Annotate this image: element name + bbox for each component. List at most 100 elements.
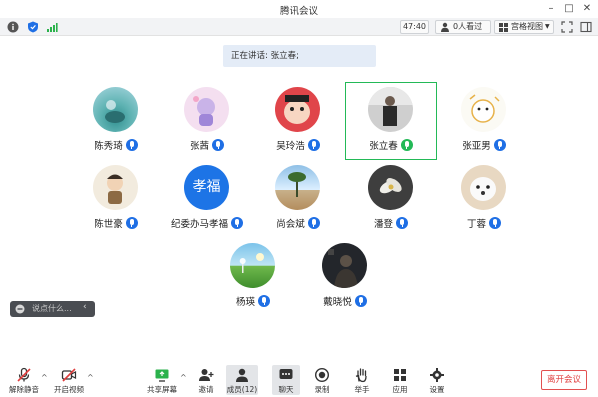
gear-icon xyxy=(430,368,444,382)
apps-button[interactable]: 应用 xyxy=(386,365,414,395)
mic-icon xyxy=(400,139,413,151)
apps-label: 应用 xyxy=(392,385,408,394)
avatar xyxy=(275,165,320,210)
mic-muted-icon xyxy=(17,367,31,382)
participant-name: 潘登 xyxy=(373,219,393,230)
participant-tile[interactable]: 孝福 纪委办马孝福 xyxy=(161,160,253,240)
participant-name: 丁蓉 xyxy=(466,219,486,230)
mic-icon xyxy=(489,217,501,229)
avatar xyxy=(322,243,367,288)
mic-icon xyxy=(396,217,408,229)
chat-icon xyxy=(279,369,293,379)
shield-icon[interactable] xyxy=(27,21,39,33)
raise-hand-label: 举手 xyxy=(354,385,370,394)
participant-tile[interactable]: 张亚男 xyxy=(438,82,530,162)
hand-icon xyxy=(355,368,367,383)
avatar xyxy=(368,87,413,132)
settings-label: 设置 xyxy=(429,385,445,394)
view-mode-label: 宫格视图 xyxy=(511,22,543,31)
sidebar-toggle-icon[interactable] xyxy=(580,21,592,33)
participant-tile[interactable]: 尚会斌 xyxy=(252,160,344,240)
settings-button[interactable]: 设置 xyxy=(423,365,451,395)
view-mode-dropdown[interactable]: 宫格视图 ▼ xyxy=(494,20,554,34)
chat-button[interactable]: 聊天 xyxy=(272,365,300,395)
avatar xyxy=(461,165,506,210)
participant-tile[interactable]: 陈秀琦 xyxy=(70,82,162,162)
mic-icon xyxy=(125,217,138,229)
participant-tile[interactable]: 陈世豪 xyxy=(70,160,162,240)
signal-icon[interactable] xyxy=(46,21,58,33)
participant-tile[interactable]: 戴晓悦 xyxy=(299,238,391,318)
participant-tile[interactable]: 潘登 xyxy=(345,160,437,240)
mic-icon xyxy=(354,295,367,307)
chat-placeholder: 说点什么... xyxy=(32,304,72,313)
share-screen-button[interactable]: 共享屏幕 xyxy=(146,365,178,395)
members-label: 成员(12) xyxy=(226,385,258,394)
members-button[interactable]: 成员(12) xyxy=(226,365,258,395)
chevron-left-icon[interactable]: ‹ xyxy=(83,302,87,312)
participant-tile[interactable]: 丁蓉 xyxy=(438,160,530,240)
meeting-toolbar: 47:40 0人看过 宫格视图 ▼ xyxy=(0,18,598,36)
participant-name: 尚会斌 xyxy=(276,219,305,230)
close-icon[interactable]: ✕ xyxy=(580,2,594,16)
chevron-down-icon: ▼ xyxy=(545,23,550,30)
grid-icon xyxy=(499,23,508,32)
raise-hand-button[interactable]: 举手 xyxy=(348,365,376,395)
participant-name: 张立春 xyxy=(369,141,398,152)
unmute-button[interactable]: 解除静音 xyxy=(8,365,40,395)
participant-tile-active[interactable]: 张立春 xyxy=(345,82,437,160)
minimize-icon[interactable]: – xyxy=(544,2,558,16)
fullscreen-icon[interactable] xyxy=(561,21,573,33)
participant-tile[interactable]: 张茜 xyxy=(161,82,253,162)
title-bar: 腾讯会议 – □ ✕ xyxy=(0,0,598,18)
mic-icon xyxy=(258,295,270,307)
record-label: 录制 xyxy=(314,385,330,394)
video-off-icon xyxy=(61,368,77,382)
chevron-up-icon[interactable]: ^ xyxy=(180,373,187,382)
participant-tile[interactable]: 杨瑛 xyxy=(207,238,299,318)
chevron-up-icon[interactable]: ^ xyxy=(87,373,94,382)
window-title: 腾讯会议 xyxy=(279,6,318,17)
avatar xyxy=(230,243,275,288)
share-screen-label: 共享屏幕 xyxy=(147,385,177,394)
chat-label: 聊天 xyxy=(278,385,294,394)
person-icon xyxy=(441,22,449,32)
participant-name: 张亚男 xyxy=(462,141,491,152)
participant-tile[interactable]: 吴玲浩 xyxy=(252,82,344,162)
add-user-icon xyxy=(199,369,214,381)
participant-name: 吴玲浩 xyxy=(276,141,305,152)
invite-button[interactable]: 邀请 xyxy=(192,365,220,395)
avatar xyxy=(275,87,320,132)
chat-input[interactable]: 说点什么... ‹ xyxy=(10,301,95,317)
info-icon[interactable] xyxy=(7,21,19,33)
avatar xyxy=(368,165,413,210)
chat-bubble-icon xyxy=(15,304,25,314)
participant-name: 纪委办马孝福 xyxy=(170,219,228,230)
mic-icon xyxy=(307,217,320,229)
viewers-button[interactable]: 0人看过 xyxy=(435,20,491,34)
bottom-control-bar: 解除静音 ^ 开启视频 ^ 共享屏幕 ^ 邀请 成员(12) 聊天 录制 举手 … xyxy=(0,363,598,397)
apps-icon xyxy=(394,369,406,381)
members-icon xyxy=(236,368,248,382)
leave-meeting-button[interactable]: 离开会议 xyxy=(541,370,587,390)
participant-name: 陈世豪 xyxy=(94,219,123,230)
unmute-label: 解除静音 xyxy=(9,385,39,394)
mic-icon xyxy=(493,139,506,151)
mic-icon xyxy=(125,139,138,151)
chevron-up-icon[interactable]: ^ xyxy=(41,373,48,382)
participant-name: 张茜 xyxy=(189,141,209,152)
start-video-label: 开启视频 xyxy=(54,385,84,394)
mic-icon xyxy=(212,139,224,151)
record-button[interactable]: 录制 xyxy=(308,365,336,395)
avatar xyxy=(93,87,138,132)
avatar xyxy=(461,87,506,132)
speaking-indicator: 正在讲话: 张立春; xyxy=(223,45,376,67)
record-icon xyxy=(314,367,330,383)
maximize-icon[interactable]: □ xyxy=(562,2,576,16)
participant-name: 杨瑛 xyxy=(235,297,255,308)
share-screen-icon xyxy=(155,369,169,382)
start-video-button[interactable]: 开启视频 xyxy=(53,365,85,395)
mic-icon xyxy=(231,217,243,229)
participant-name: 戴晓悦 xyxy=(323,297,352,308)
avatar-initials: 孝福 xyxy=(192,179,221,195)
